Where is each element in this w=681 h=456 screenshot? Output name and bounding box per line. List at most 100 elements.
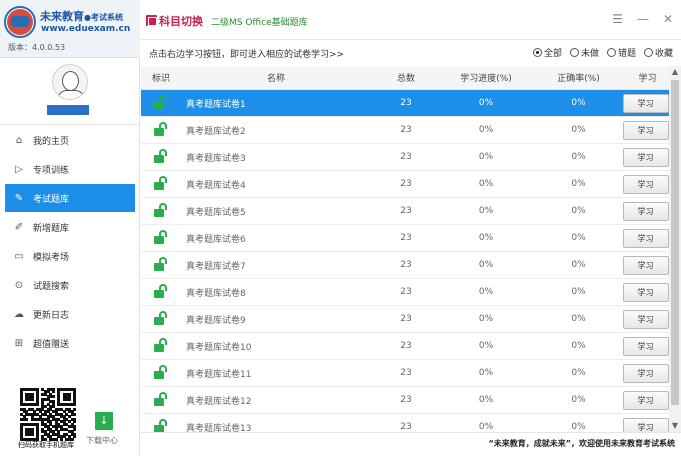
download-label: 下载中心 <box>86 436 118 445</box>
download-icon[interactable]: ↓ <box>95 412 113 430</box>
avatar[interactable] <box>52 64 88 100</box>
table-row[interactable]: 真考题库试卷4 23 0% 0% 学习 <box>141 171 669 198</box>
table-row[interactable]: 真考题库试卷10 23 0% 0% 学习 <box>141 333 669 360</box>
qr-caption: 扫码获取手机题库 <box>18 441 74 449</box>
flag-cell <box>141 283 181 301</box>
sidebar-item-6[interactable]: ⊙ 试题搜索 <box>5 271 135 299</box>
flag-cell <box>141 418 181 432</box>
brand-header: 未来教育●考试系统 www.eduexam.cn 版本：4.0.0.53 <box>0 0 140 58</box>
progress-cell: 0% <box>478 395 494 405</box>
accuracy-cell: 0% <box>571 368 586 378</box>
scroll-down-icon[interactable]: ▼ <box>669 420 681 432</box>
study-button[interactable]: 学习 <box>622 309 669 329</box>
table-row[interactable]: 真考题库试卷11 23 0% 0% 学习 <box>141 360 669 387</box>
sidebar-item-3[interactable]: ✎ 考试题库 <box>5 184 135 212</box>
radio-icon[interactable] <box>569 48 579 57</box>
study-button[interactable]: 学习 <box>622 417 669 432</box>
progress-cell: 0% <box>478 287 494 297</box>
sidebar-item-label: 试题搜索 <box>33 281 70 292</box>
scrollbar[interactable]: ▲ ▼ <box>669 66 681 432</box>
progress-cell: 0% <box>478 368 494 378</box>
table-row[interactable]: 真考题库试卷6 23 0% 0% 学习 <box>141 225 669 252</box>
exam-name-cell: 真考题库试卷9 <box>186 315 246 326</box>
study-button[interactable]: 学习 <box>622 282 669 302</box>
filter-label: 未做 <box>580 49 599 59</box>
table-body: 真考题库试卷1 23 0% 0% 学习 真考题库试卷2 23 0% 0% 学习 真考题库试卷3 23 0… <box>141 90 669 432</box>
study-button[interactable]: 学习 <box>622 93 669 113</box>
study-button[interactable]: 学习 <box>622 363 669 383</box>
filter-radio-2[interactable]: 未做 <box>569 46 599 59</box>
table-row[interactable]: 真考题库试卷1 23 0% 0% 学习 <box>141 90 669 117</box>
study-button[interactable]: 学习 <box>622 147 669 167</box>
accuracy-cell: 0% <box>571 287 586 297</box>
home-icon: ⌂ <box>15 134 23 146</box>
table-row[interactable]: 真考题库试卷5 23 0% 0% 学习 <box>141 198 669 225</box>
progress-cell: 0% <box>478 179 494 189</box>
study-button[interactable]: 学习 <box>622 336 669 356</box>
radio-icon[interactable] <box>643 48 653 57</box>
flag-cell <box>141 256 181 274</box>
table-row[interactable]: 真考题库试卷8 23 0% 0% 学习 <box>141 279 669 306</box>
minimize-icon[interactable]: — <box>637 12 649 26</box>
study-cell: 学习 <box>622 417 669 432</box>
accuracy-cell: 0% <box>571 152 586 162</box>
study-button[interactable]: 学习 <box>622 228 669 248</box>
unlock-icon <box>154 256 168 271</box>
total-cell: 23 <box>400 395 412 405</box>
progress-cell: 0% <box>478 341 494 351</box>
user-name-bar <box>47 105 89 115</box>
sidebar-item-4[interactable]: ✐ 新增题库 <box>5 213 135 241</box>
table-row[interactable]: 真考题库试卷13 23 0% 0% 学习 <box>141 414 669 432</box>
scroll-thumb[interactable] <box>671 80 679 405</box>
scroll-up-icon[interactable]: ▲ <box>669 66 681 78</box>
unlock-icon <box>154 202 168 217</box>
exam-name-cell: 真考题库试卷11 <box>186 369 252 380</box>
sidebar-item-label: 我的主页 <box>33 136 70 147</box>
study-button[interactable]: 学习 <box>622 255 669 275</box>
subject-switch-icon[interactable] <box>146 15 157 26</box>
table-row[interactable]: 真考题库试卷2 23 0% 0% 学习 <box>141 117 669 144</box>
download-center-button[interactable]: ↓ 下载中心 <box>86 412 118 445</box>
table-row[interactable]: 真考题库试卷9 23 0% 0% 学习 <box>141 306 669 333</box>
subject-switch-button[interactable]: 科目切换 <box>159 13 203 29</box>
header-name: 名称 <box>266 74 285 84</box>
study-cell: 学习 <box>622 228 669 248</box>
close-icon[interactable]: ✕ <box>663 12 673 26</box>
pen-icon: ✐ <box>14 221 24 233</box>
filter-radio-4[interactable]: 收藏 <box>643 46 673 59</box>
exam-name-cell: 真考题库试卷3 <box>186 153 246 164</box>
radio-icon[interactable] <box>606 48 616 57</box>
footer: “未来教育，成就未来”，欢迎使用未来教育考试系统 <box>141 432 681 456</box>
sidebar-item-1[interactable]: ⌂ 我的主页 <box>5 126 135 154</box>
table-row[interactable]: 真考题库试卷7 23 0% 0% 学习 <box>141 252 669 279</box>
exam-name-cell: 真考题库试卷7 <box>186 261 246 272</box>
filter-label: 错题 <box>617 49 636 59</box>
menu-icon[interactable]: ☰ <box>612 12 623 26</box>
filter-label: 收藏 <box>654 49 673 59</box>
filter-radio-3[interactable]: 错题 <box>606 46 636 59</box>
radio-icon[interactable] <box>532 48 542 57</box>
table-header: 标识 名称 总数 学习进度(%) 正确率(%) 学习 <box>141 66 669 90</box>
sidebar-item-7[interactable]: ☁ 更新日志 <box>5 300 135 328</box>
header-study: 学习 <box>638 74 657 84</box>
unlock-icon <box>154 121 168 136</box>
sidebar-item-2[interactable]: ▷ 专项训练 <box>5 155 135 183</box>
header-progress: 学习进度(%) <box>460 74 512 84</box>
total-cell: 23 <box>400 368 412 378</box>
table-row[interactable]: 真考题库试卷12 23 0% 0% 学习 <box>141 387 669 414</box>
filter-radio-1[interactable]: 全部 <box>532 46 562 59</box>
sidebar-item-8[interactable]: ⊞ 超值赠送 <box>5 329 135 357</box>
study-cell: 学习 <box>622 282 669 302</box>
footer-slogan: “未来教育，成就未来”，欢迎使用未来教育考试系统 <box>488 439 675 448</box>
progress-cell: 0% <box>478 98 494 108</box>
progress-cell: 0% <box>478 125 494 135</box>
study-button[interactable]: 学习 <box>622 201 669 221</box>
exam-name-cell: 真考题库试卷5 <box>186 207 246 218</box>
study-button[interactable]: 学习 <box>622 120 669 140</box>
study-button[interactable]: 学习 <box>622 174 669 194</box>
flag-cell <box>141 94 181 112</box>
study-button[interactable]: 学习 <box>622 390 669 410</box>
flag-cell <box>141 175 181 193</box>
table-row[interactable]: 真考题库试卷3 23 0% 0% 学习 <box>141 144 669 171</box>
sidebar-item-5[interactable]: ▭ 模拟考场 <box>5 242 135 270</box>
